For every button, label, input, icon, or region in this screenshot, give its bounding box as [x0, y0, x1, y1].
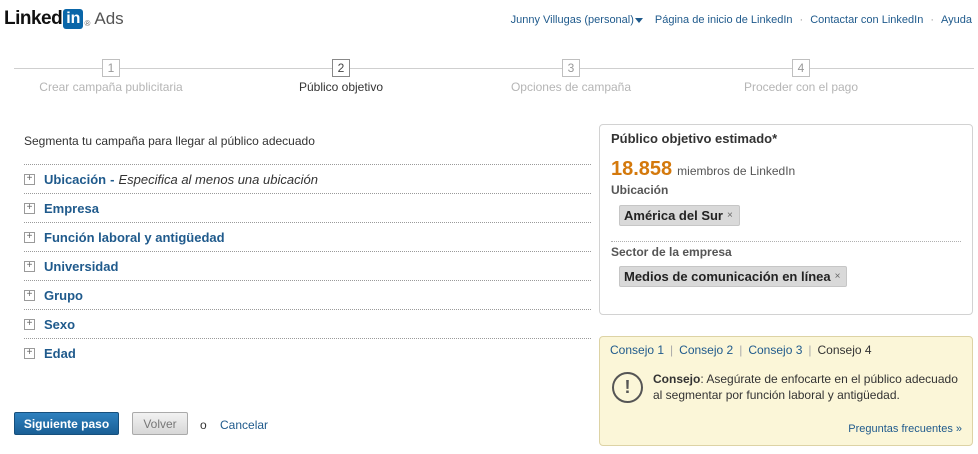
step-1: 1 Crear campaña publicitaria	[11, 59, 211, 94]
segment-dash: -	[110, 171, 115, 187]
plus-icon[interactable]: +	[24, 260, 35, 272]
remove-icon[interactable]: ×	[727, 210, 733, 221]
step-label: Opciones de campaña	[510, 80, 632, 94]
segment-gender[interactable]: + Sexo	[24, 310, 591, 339]
audience-divider	[611, 241, 961, 242]
user-menu[interactable]: Junny Villugas (personal)	[511, 14, 643, 26]
chevron-down-icon[interactable]	[634, 17, 643, 23]
member-count-unit: miembros de LinkedIn	[677, 164, 796, 178]
location-tag: América del Sur ×	[619, 205, 740, 226]
product-name: Ads	[94, 9, 124, 28]
step-2: 2 Público objetivo	[241, 59, 441, 94]
tips-panel: Consejo 1 | Consejo 2 | Consejo 3 | Cons…	[599, 336, 973, 446]
logo-wordmark: Linked	[4, 8, 63, 29]
member-count: 18.858	[611, 158, 673, 180]
user-name[interactable]: Junny Villugas (personal)	[511, 14, 634, 26]
segment-label[interactable]: Universidad	[44, 259, 118, 274]
faq-link[interactable]: Preguntas frecuentes »	[848, 423, 962, 435]
industry-tag-text: Medios de comunicación en línea	[624, 269, 831, 284]
audience-count: 18.858 miembros de LinkedIn	[611, 158, 795, 181]
plus-icon[interactable]: +	[24, 202, 35, 214]
location-tag-text: América del Sur	[624, 208, 723, 223]
location-label: Ubicación	[611, 183, 669, 197]
logo-in-badge: in	[63, 9, 84, 29]
link-help[interactable]: Ayuda	[941, 14, 972, 26]
segment-group[interactable]: + Grupo	[24, 281, 591, 310]
remove-icon[interactable]: ×	[835, 271, 841, 282]
plus-icon[interactable]: +	[24, 348, 35, 359]
back-button[interactable]: Volver	[132, 412, 188, 435]
segment-label[interactable]: Grupo	[44, 288, 83, 303]
segment-label[interactable]: Función laboral y antigüedad	[44, 230, 225, 245]
tips-tabs: Consejo 1 | Consejo 2 | Consejo 3 | Cons…	[610, 343, 872, 357]
tip-text: Consejo: Asegúrate de enfocarte en el pú…	[653, 371, 958, 403]
tab-tip-2[interactable]: Consejo 2	[679, 343, 733, 357]
tip-label: Consejo	[653, 372, 701, 386]
industry-tag: Medios de comunicación en línea ×	[619, 266, 848, 287]
progress-steps: 1 Crear campaña publicitaria 2 Público o…	[14, 59, 974, 99]
link-linkedin-home[interactable]: Página de inicio de LinkedIn	[655, 14, 793, 26]
plus-icon[interactable]: +	[24, 289, 35, 301]
top-navigation: Junny Villugas (personal) Página de inic…	[511, 14, 972, 26]
step-number: 2	[332, 59, 350, 77]
segment-label[interactable]: Edad	[44, 346, 76, 361]
link-contact-linkedin[interactable]: Contactar con LinkedIn	[810, 14, 923, 26]
next-step-button[interactable]: Siguiente paso	[14, 412, 119, 435]
segment-location[interactable]: + Ubicación - Especifica al menos una ub…	[24, 165, 591, 194]
segment-intro: Segmenta tu campaña para llegar al públi…	[24, 134, 315, 148]
tab-tip-1[interactable]: Consejo 1	[610, 343, 664, 357]
step-label: Proceder con el pago	[743, 80, 859, 94]
audience-title: Público objetivo estimado*	[611, 131, 778, 146]
segment-company[interactable]: + Empresa	[24, 194, 591, 223]
plus-icon[interactable]: +	[24, 231, 35, 243]
segment-hint: Especifica al menos una ubicación	[118, 171, 318, 187]
tab-separator: |	[808, 343, 812, 357]
segment-label[interactable]: Ubicación	[44, 172, 106, 187]
cancel-link[interactable]: Cancelar	[220, 418, 268, 432]
warning-icon: !	[612, 372, 643, 403]
registered-mark: ®	[84, 19, 91, 28]
tab-separator: |	[670, 343, 674, 357]
segment-age[interactable]: + Edad	[24, 339, 591, 368]
step-4: 4 Proceder con el pago	[701, 59, 901, 94]
step-label: Público objetivo	[298, 80, 384, 94]
linkedin-ads-logo[interactable]: Linked in ® Ads	[4, 7, 124, 31]
audience-estimate-panel: Público objetivo estimado* 18.858 miembr…	[599, 124, 973, 315]
tab-tip-3[interactable]: Consejo 3	[748, 343, 802, 357]
segment-university[interactable]: + Universidad	[24, 252, 591, 281]
step-number: 1	[102, 59, 120, 77]
nav-separator: ·	[799, 14, 804, 26]
industry-label: Sector de la empresa	[611, 245, 732, 259]
step-3: 3 Opciones de campaña	[471, 59, 671, 94]
step-number: 3	[562, 59, 580, 77]
segment-label[interactable]: Empresa	[44, 201, 99, 216]
tab-tip-4[interactable]: Consejo 4	[818, 343, 872, 357]
plus-icon[interactable]: +	[24, 173, 35, 185]
nav-separator: ·	[930, 14, 934, 26]
tab-separator: |	[739, 343, 743, 357]
step-number: 4	[792, 59, 810, 77]
segment-list: + Ubicación - Especifica al menos una ub…	[24, 164, 591, 368]
segment-job-function[interactable]: + Función laboral y antigüedad	[24, 223, 591, 252]
segment-label[interactable]: Sexo	[44, 317, 75, 332]
plus-icon[interactable]: +	[24, 318, 35, 330]
step-label: Crear campaña publicitaria	[39, 80, 183, 94]
or-text: o	[200, 418, 207, 432]
